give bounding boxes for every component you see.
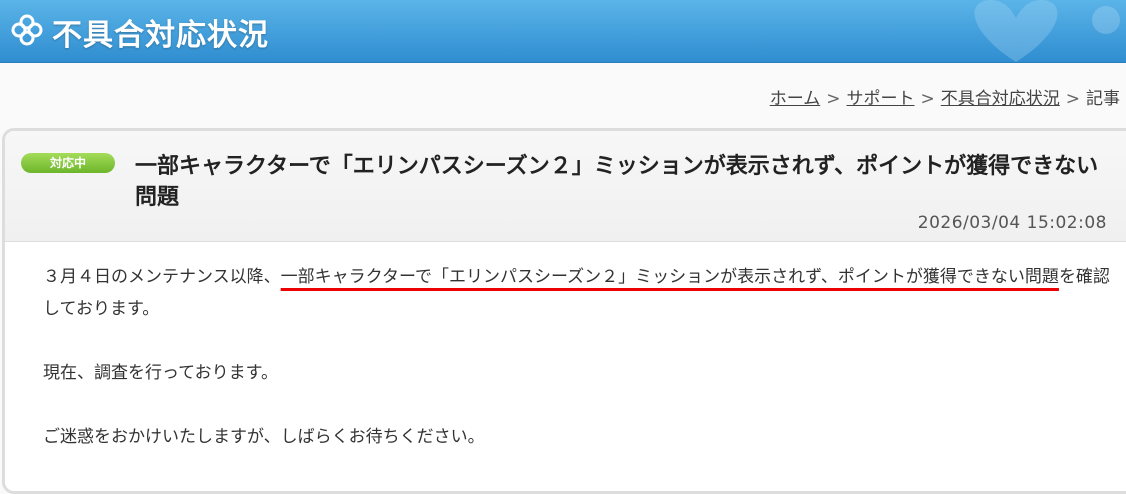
clover-icon	[11, 14, 43, 46]
status-badge: 対応中	[21, 153, 115, 173]
page-header: 不具合対応状況	[0, 0, 1126, 63]
breadcrumb-separator: >	[920, 89, 935, 109]
breadcrumb-link-bug-status[interactable]: 不具合対応状況	[941, 89, 1060, 109]
heart-decoration-icon	[974, 0, 1058, 62]
bubble-decoration-icon	[1092, 6, 1120, 34]
breadcrumb: ホーム > サポート > 不具合対応状況 > 記事	[770, 84, 1120, 109]
article-title: 一部キャラクターで「エリンパスシーズン２」ミッションが表示されず、ポイントが獲得…	[135, 154, 1099, 210]
article-header: 対応中 一部キャラクターで「エリンパスシーズン２」ミッションが表示されず、ポイン…	[5, 131, 1126, 242]
breadcrumb-separator: >	[1065, 89, 1080, 109]
breadcrumb-current: 記事	[1086, 89, 1120, 109]
body-text-lead: ３月４日のメンテナンス以降、	[43, 267, 281, 287]
article-body: ３月４日のメンテナンス以降、一部キャラクターで「エリンパスシーズン２」ミッション…	[43, 261, 1113, 485]
breadcrumb-link-support[interactable]: サポート	[847, 89, 915, 109]
body-paragraph: ３月４日のメンテナンス以降、一部キャラクターで「エリンパスシーズン２」ミッション…	[43, 261, 1113, 325]
article-card: 対応中 一部キャラクターで「エリンパスシーズン２」ミッションが表示されず、ポイン…	[2, 128, 1126, 494]
article-date: 2026/03/04 15:02:08	[917, 213, 1107, 233]
breadcrumb-link-home[interactable]: ホーム	[770, 89, 821, 109]
body-paragraph: ご迷惑をおかけいたしますが、しばらくお待ちください。	[43, 427, 485, 447]
highlighted-text: 一部キャラクターで「エリンパスシーズン２」ミッションが表示されず、ポイントが獲得…	[280, 267, 1059, 287]
page-title: 不具合対応状況	[52, 18, 269, 53]
breadcrumb-separator: >	[826, 89, 841, 109]
body-paragraph: 現在、調査を行っております。	[43, 363, 278, 383]
